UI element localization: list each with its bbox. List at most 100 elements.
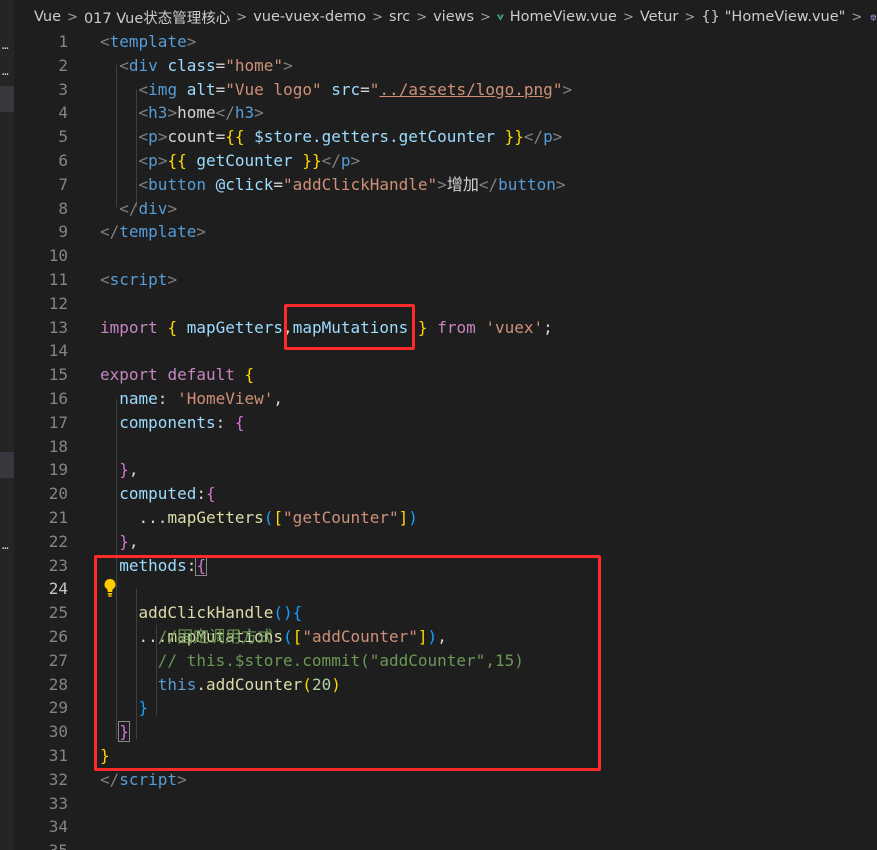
breadcrumb-item[interactable]: Vue xyxy=(34,9,61,25)
line-number: 1 xyxy=(58,32,68,51)
cube-icon xyxy=(871,13,877,21)
code-token: { xyxy=(234,412,245,432)
breadcrumb-item-symbol[interactable]: "HomeView.vue" xyxy=(725,9,846,25)
line-number: 3 xyxy=(58,79,68,99)
code-token: , xyxy=(128,531,139,551)
line-number: 4 xyxy=(58,103,68,123)
code-line: 14 xyxy=(14,339,877,363)
line-number: 26 xyxy=(48,627,68,646)
line-number: 19 xyxy=(48,460,68,480)
chevron-right-icon: > xyxy=(236,9,248,25)
code-token: "addClickHandle" xyxy=(283,174,438,194)
line-number: 31 xyxy=(48,746,68,765)
code-line: 12 xyxy=(14,292,877,316)
breadcrumb-item[interactable]: vue-vuex-demo xyxy=(253,9,366,25)
code-line: 17 components: { xyxy=(14,411,877,435)
line-number: 23 xyxy=(48,555,68,575)
line-number: 14 xyxy=(48,341,68,361)
chevron-right-icon: > xyxy=(416,9,428,25)
breadcrumb-item[interactable]: views xyxy=(433,9,474,25)
code-line: 18 xyxy=(14,435,877,459)
code-token: from xyxy=(437,317,476,337)
code-token: } xyxy=(417,317,428,337)
line-number: 7 xyxy=(58,174,68,194)
chevron-right-icon: > xyxy=(684,9,696,25)
code-line: 33 xyxy=(14,792,877,816)
code-token: default xyxy=(167,365,235,385)
code-token: ] xyxy=(398,508,409,527)
code-token: }} xyxy=(302,151,322,170)
code-token: [ xyxy=(273,508,284,527)
breadcrumb-item-file[interactable]: HomeView.vue xyxy=(510,9,617,25)
more-icon[interactable]: … xyxy=(2,540,9,551)
more-icon[interactable]: … xyxy=(2,40,9,51)
selected-item[interactable] xyxy=(0,452,14,478)
side-panel-edge: … … … xyxy=(0,0,14,850)
code-token: export xyxy=(100,365,158,385)
code-token: , xyxy=(273,389,284,408)
code-token: computed xyxy=(119,484,197,504)
code-line: 1 <template> xyxy=(14,30,877,54)
code-link[interactable]: ../assets/logo.png xyxy=(379,80,552,99)
selected-item[interactable] xyxy=(0,86,14,112)
line-number: 20 xyxy=(48,484,68,504)
code-token: class xyxy=(167,55,216,75)
code-token: img xyxy=(148,79,178,99)
code-token: ) xyxy=(408,508,418,527)
line-number: 16 xyxy=(48,389,68,408)
code-token: getCounter xyxy=(186,151,303,170)
line-number: 24 xyxy=(48,579,68,599)
code-line: 20 computed:{ xyxy=(14,482,877,506)
code-line: 8 </div> xyxy=(14,197,877,221)
line-number: 30 xyxy=(48,722,68,742)
code-token: } xyxy=(119,460,129,480)
more-icon[interactable]: … xyxy=(2,66,9,77)
code-token: { xyxy=(244,365,255,385)
line-number: 32 xyxy=(48,769,68,789)
breadcrumb-item[interactable]: 017 Vue状态管理核心 xyxy=(84,7,230,28)
code-token: }} xyxy=(504,127,524,147)
code-token: components xyxy=(119,412,216,432)
code-token: script xyxy=(109,270,168,289)
code-line: 22 }, xyxy=(14,530,877,554)
code-token: "getCounter" xyxy=(283,508,399,527)
code-token: home xyxy=(177,103,216,123)
line-number: 8 xyxy=(58,198,68,218)
code-token: ... xyxy=(138,508,168,527)
line-number: 27 xyxy=(48,650,68,670)
code-token: {{ xyxy=(167,151,187,170)
code-line: 10 xyxy=(14,244,877,268)
code-token: " xyxy=(552,79,563,99)
line-number: 21 xyxy=(48,508,68,527)
code-line: 32 </script> xyxy=(14,768,877,792)
code-token: template xyxy=(109,32,187,51)
code-token: { xyxy=(167,317,178,337)
chevron-right-icon: > xyxy=(622,9,634,25)
line-number: 25 xyxy=(48,603,68,623)
chevron-right-icon: > xyxy=(372,9,384,25)
code-line: 2 <div class="home"> xyxy=(14,54,877,78)
code-token: template xyxy=(119,222,197,242)
vue-icon xyxy=(496,14,504,20)
line-number: 5 xyxy=(58,127,68,147)
line-number: 2 xyxy=(58,55,68,75)
line-number: 18 xyxy=(48,436,68,456)
highlight-box-mapmutations xyxy=(284,304,415,350)
line-number: 35 xyxy=(14,839,68,850)
code-token: alt xyxy=(186,79,216,99)
code-token: div xyxy=(128,55,158,75)
code-line: 11 <script> xyxy=(14,268,877,292)
line-number: 33 xyxy=(48,793,68,813)
code-line: 34 xyxy=(14,815,877,839)
line-number: 22 xyxy=(48,531,68,551)
chevron-right-icon: > xyxy=(480,9,491,25)
code-token: 增加 xyxy=(446,174,479,194)
code-token: {{ xyxy=(225,127,245,147)
breadcrumb-item[interactable]: src xyxy=(389,9,410,25)
code-token: p xyxy=(543,127,553,147)
line-number: 9 xyxy=(58,222,68,242)
code-line: 35 xyxy=(14,839,877,850)
breadcrumb-item[interactable]: Vetur xyxy=(640,9,679,25)
code-token: div xyxy=(138,198,168,218)
code-token: "Vue logo" xyxy=(225,79,322,99)
